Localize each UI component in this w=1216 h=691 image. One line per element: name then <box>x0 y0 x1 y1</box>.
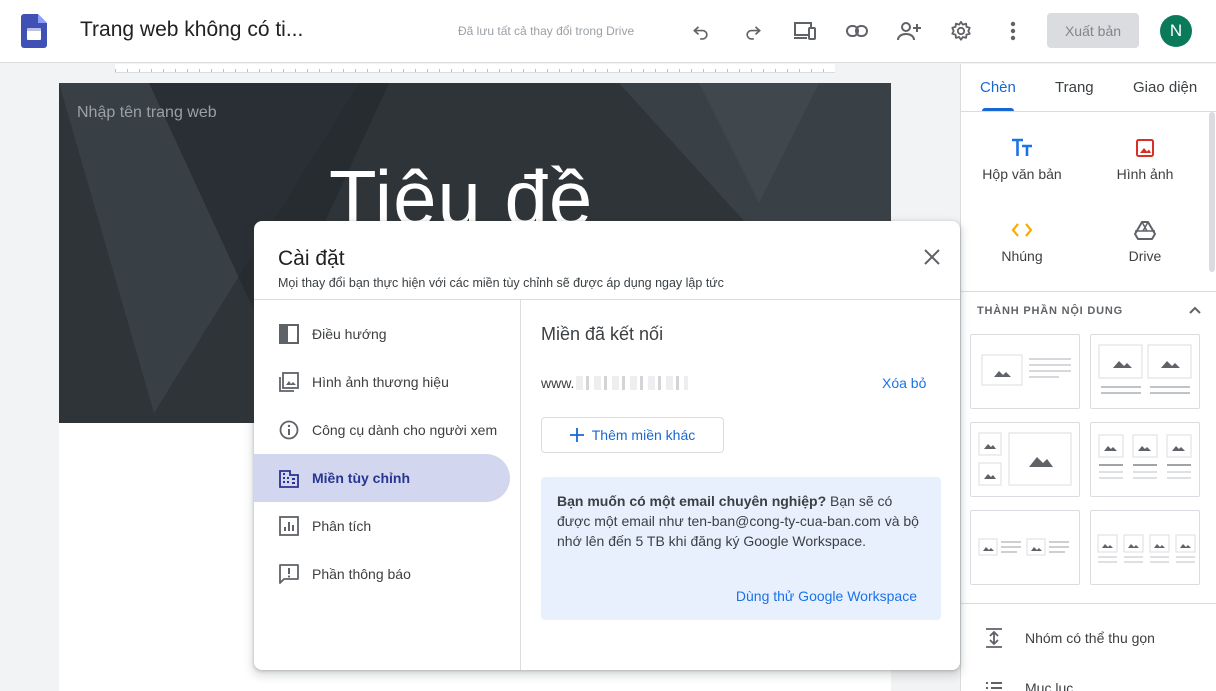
tab-insert[interactable]: Chèn <box>980 79 1016 96</box>
info-icon <box>278 419 300 441</box>
settings-nav-viewer-tools[interactable]: Công cụ dành cho người xem <box>254 406 510 454</box>
add-domain-button[interactable]: Thêm miền khác <box>541 417 724 453</box>
close-icon[interactable] <box>920 245 944 269</box>
settings-nav-label: Miền tùy chỉnh <box>312 470 410 486</box>
layout-card-three-columns[interactable] <box>1090 422 1200 497</box>
connected-domain-prefix: www. <box>541 375 575 391</box>
site-name-input[interactable]: Nhập tên trang web <box>77 104 217 122</box>
undo-icon[interactable] <box>686 16 716 46</box>
active-tab-indicator <box>982 108 1014 111</box>
try-workspace-link[interactable]: Dùng thử Google Workspace <box>736 588 917 604</box>
ruler <box>115 64 835 73</box>
tab-pages[interactable]: Trang <box>1055 79 1094 96</box>
panel-scrollbar[interactable] <box>1209 112 1215 272</box>
connected-domains-heading: Miền đã kết nối <box>541 324 664 344</box>
plus-icon <box>569 428 584 442</box>
embed-icon <box>967 216 1077 244</box>
analytics-icon <box>278 515 300 537</box>
insert-drive-label: Drive <box>1128 248 1162 264</box>
toc-icon <box>986 682 1002 689</box>
brand-images-icon <box>278 371 300 393</box>
table-of-contents-label: Mục lục <box>1025 680 1074 691</box>
settings-nav-brand-images[interactable]: Hình ảnh thương hiệu <box>254 358 510 406</box>
collapsible-group-label: Nhóm có thể thu gọn <box>1025 630 1155 646</box>
layout-card-two-images[interactable] <box>1090 334 1200 409</box>
insert-text-box-button[interactable]: Hộp văn bản <box>967 134 1077 194</box>
document-title[interactable]: Trang web không có ti... <box>80 18 303 42</box>
insert-text-box-label: Hộp văn bản <box>982 166 1062 182</box>
add-domain-label: Thêm miền khác <box>591 427 696 443</box>
more-vert-icon[interactable] <box>998 16 1028 46</box>
navigation-icon <box>278 323 300 345</box>
redo-icon[interactable] <box>738 16 768 46</box>
insert-table-of-contents[interactable]: Mục lục <box>985 676 1073 691</box>
panel-tabs: Chèn Trang Giao diện <box>961 64 1216 112</box>
save-status: Đã lưu tất cả thay đổi trong Drive <box>458 24 635 38</box>
settings-nav-label: Phần thông báo <box>312 566 411 582</box>
insert-drive-button[interactable]: Drive <box>1090 216 1200 276</box>
layout-card-image-grid[interactable] <box>970 422 1080 497</box>
settings-nav-label: Điều hướng <box>312 326 387 342</box>
insert-image-label: Hình ảnh <box>1116 166 1174 182</box>
dialog-vertical-divider <box>520 300 521 670</box>
remove-domain-button[interactable]: Xóa bỏ <box>882 375 926 391</box>
settings-dialog: Cài đặt Mọi thay đổi bạn thực hiện với c… <box>254 221 960 670</box>
link-icon[interactable] <box>842 16 872 46</box>
avatar[interactable]: N <box>1160 15 1192 47</box>
publish-button[interactable]: Xuất bản <box>1047 13 1139 48</box>
section-divider <box>961 291 1216 292</box>
insert-panel: Chèn Trang Giao diện Hộp văn bản Hình ản… <box>960 64 1216 691</box>
preview-devices-icon[interactable] <box>790 16 820 46</box>
share-icon[interactable] <box>894 16 924 46</box>
domain-icon <box>278 467 300 489</box>
promo-text: Bạn muốn có một email chuyên nghiệp? Bạn… <box>557 491 925 551</box>
google-sites-logo-icon[interactable] <box>21 14 47 48</box>
content-blocks-title: THÀNH PHẦN NỘI DUNG <box>977 305 1123 317</box>
image-icon <box>1090 134 1200 162</box>
settings-nav-announcement[interactable]: Phần thông báo <box>254 550 510 598</box>
settings-nav-custom-domain[interactable]: Miền tùy chỉnh <box>254 454 510 502</box>
section-divider-2 <box>961 603 1216 604</box>
insert-image-button[interactable]: Hình ảnh <box>1090 134 1200 194</box>
layout-card-four-columns[interactable] <box>1090 510 1200 585</box>
top-bar: Trang web không có ti... Đã lưu tất cả t… <box>0 0 1216 63</box>
drive-icon <box>1090 216 1200 244</box>
dialog-divider <box>254 299 960 300</box>
settings-nav-label: Công cụ dành cho người xem <box>312 422 498 438</box>
workspace-promo-card: Bạn muốn có một email chuyên nghiệp? Bạn… <box>541 477 941 620</box>
settings-nav-navigation[interactable]: Điều hướng <box>254 310 510 358</box>
insert-collapsible-group[interactable]: Nhóm có thể thu gọn <box>985 626 1155 650</box>
layout-card-image-text-pairs[interactable] <box>970 510 1080 585</box>
dialog-subtitle: Mọi thay đổi bạn thực hiện với các miền … <box>278 276 724 290</box>
chevron-up-icon[interactable] <box>1185 300 1205 320</box>
collapsible-icon <box>986 628 1002 648</box>
announcement-icon <box>278 563 300 585</box>
insert-embed-label: Nhúng <box>1001 248 1043 264</box>
tab-themes[interactable]: Giao diện <box>1133 79 1197 96</box>
settings-icon[interactable] <box>946 16 976 46</box>
text-box-icon <box>967 134 1077 162</box>
settings-nav-label: Hình ảnh thương hiệu <box>312 374 449 390</box>
insert-embed-button[interactable]: Nhúng <box>967 216 1077 276</box>
redacted-domain <box>576 376 688 390</box>
dialog-title: Cài đặt <box>278 247 345 270</box>
layout-card-image-text[interactable] <box>970 334 1080 409</box>
settings-nav-label: Phân tích <box>312 518 372 534</box>
promo-bold-text: Bạn muốn có một email chuyên nghiệp? <box>557 493 827 509</box>
settings-nav-analytics[interactable]: Phân tích <box>254 502 510 550</box>
